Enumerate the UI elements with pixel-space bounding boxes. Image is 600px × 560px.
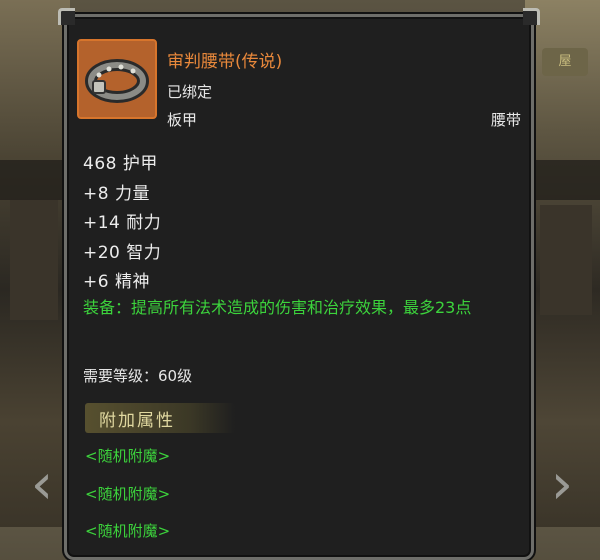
extra-attributes-header: 附加属性 [85, 403, 235, 433]
random-enchant: <随机附魔> [85, 485, 171, 503]
armor-type: 板甲 [167, 111, 198, 129]
stat-intellect: +20 智力 [83, 243, 162, 263]
background-pillar-left [10, 200, 58, 320]
equip-effect: 装备：提高所有法术造成的伤害和治疗效果，最多23点 [83, 298, 472, 317]
item-tooltip: 审判腰带(传说) 已绑定 板甲 腰带 468 护甲 +8 力量 +14 耐力 +… [58, 8, 540, 560]
background-pillar-right [540, 205, 592, 315]
random-enchant: <随机附魔> [85, 522, 171, 540]
random-enchant: <随机附魔> [85, 447, 171, 465]
stat-armor: 468 护甲 [83, 154, 158, 174]
item-name: 审判腰带(传说) [167, 52, 283, 72]
panel-corner-top-right [523, 8, 540, 25]
stat-stamina: +14 耐力 [83, 213, 162, 233]
equip-slot: 腰带 [490, 111, 521, 129]
level-requirement: 需要等级：60级 [83, 367, 193, 385]
prev-arrow-icon[interactable]: ‹ [22, 455, 62, 515]
panel-corner-top-left [58, 8, 75, 25]
background-sign: 屋 [542, 48, 588, 76]
next-arrow-icon[interactable]: › [542, 455, 582, 515]
extra-attributes-label: 附加属性 [99, 411, 175, 431]
stat-strength: +8 力量 [83, 184, 150, 204]
binding-status: 已绑定 [167, 83, 213, 101]
belt-icon [77, 39, 157, 119]
stat-spirit: +6 精神 [83, 272, 150, 292]
